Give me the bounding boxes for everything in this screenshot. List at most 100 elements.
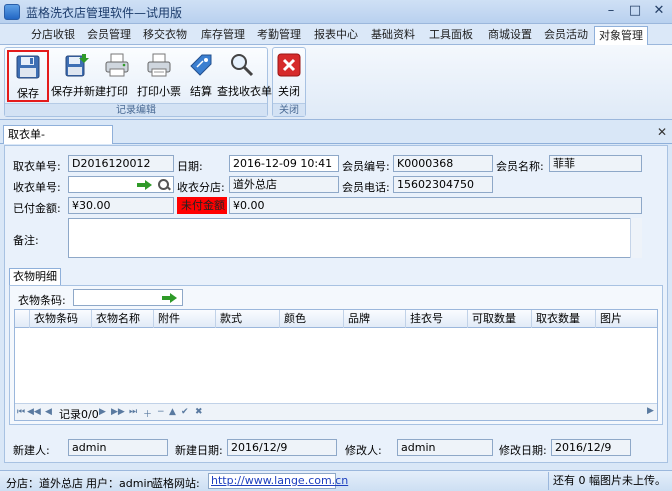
member-no-field[interactable]: K0000368 [393,155,493,172]
menu-bar: 分店收银 会员管理 移交衣物 库存管理 考勤管理 报表中心 基础资料 工具面板 … [0,24,672,45]
tab-mall-settings[interactable]: 商城设置 [482,26,538,45]
close-caption: 关闭 [273,103,305,116]
close-group: 关闭 关闭 [272,47,306,117]
creator-label: 新建人: [13,444,50,457]
col-color[interactable]: 颜色 [279,310,343,328]
find-receipt-button[interactable]: 查找收衣单 [217,50,272,102]
pickup-no-field[interactable]: D2016120012 [68,155,174,172]
receipt-printer-icon [147,53,171,77]
close-window-icon[interactable]: ✕ [648,3,670,20]
clothes-panel: 衣物条码: 衣物条码 衣物名称 附件 款式 颜色 品牌 挂衣号 可取数量 取衣数… [9,285,663,425]
confirm-record-icon[interactable]: ✔ [181,407,189,417]
next-record-icon[interactable]: ▶ [99,407,106,417]
maximize-icon[interactable]: □ [624,3,646,20]
remarks-scrollbar[interactable] [630,218,642,258]
created-label: 新建日期: [175,444,223,457]
status-bar: 分店：道外总店 用户：admin 蓝格网站: http://www.lange.… [0,470,672,491]
scroll-right-icon[interactable]: ▶ [647,406,654,416]
pickup-form: 取衣单号: D2016120012 日期: 2016-12-09 10:41 会… [4,145,668,463]
col-style[interactable]: 款式 [215,310,279,328]
remarks-label: 备注: [13,234,39,247]
document-tab-bar: 取衣单-D2016120012 ✕ [0,122,672,158]
pickup-no-label: 取衣单号: [13,160,61,173]
first-record-icon[interactable]: ⏮ [17,407,25,417]
minimize-icon[interactable]: – [600,3,622,20]
prev-page-icon[interactable]: ◀◀ [27,407,41,417]
col-name[interactable]: 衣物名称 [91,310,153,328]
modified-field[interactable]: 2016/12/9 [551,439,631,456]
col-image[interactable]: 图片 [595,310,657,328]
close-label: 关闭 [278,85,300,98]
col-brand[interactable]: 品牌 [343,310,405,328]
date-label: 日期: [177,160,203,173]
find-receipt-label: 查找收衣单 [217,85,272,98]
branch-field[interactable]: 道外总店 [229,176,339,193]
tab-attendance[interactable]: 考勤管理 [254,26,304,45]
window-title: 蓝格洗衣店管理软件—试用版 [26,6,183,20]
col-barcode[interactable]: 衣物条码 [29,310,91,328]
print-receipt-label: 打印小票 [137,85,181,98]
clothes-grid: 衣物条码 衣物名称 附件 款式 颜色 品牌 挂衣号 可取数量 取衣数量 图片 ⏮… [14,309,658,421]
phone-label: 会员电话: [342,181,390,194]
record-edit-group: 保存 保存并新建 打印 打印小票 结算 查找收衣单 记录编辑 [4,47,272,117]
status-site-label: 蓝格网站: [152,477,200,490]
edit-record-icon[interactable]: ▲ [169,407,176,417]
cancel-record-icon[interactable]: ✖ [195,407,203,417]
modifier-field[interactable]: admin [397,439,493,456]
member-name-field[interactable]: 菲菲 [549,155,642,172]
delete-record-icon[interactable]: − [157,407,165,417]
tab-member-management[interactable]: 会员管理 [84,26,134,45]
col-available-qty[interactable]: 可取数量 [467,310,531,328]
branch-label: 收衣分店: [177,181,225,194]
next-page-icon[interactable]: ▶▶ [111,407,125,417]
tab-tools[interactable]: 工具面板 [424,26,478,45]
save-button[interactable]: 保存 [7,50,49,102]
tab-transfer-clothes[interactable]: 移交衣物 [140,26,190,45]
tab-member-activity[interactable]: 会员活动 [540,26,592,45]
unpaid-field[interactable]: ¥0.00 [229,197,642,214]
remarks-textarea[interactable] [68,218,642,258]
add-record-icon[interactable]: ＋ [143,407,152,420]
floppy-disk-icon [16,55,40,79]
print-button[interactable]: 打印 [101,50,133,102]
tab-clothes-details[interactable]: 衣物明细 [9,268,61,286]
paid-field[interactable]: ¥30.00 [68,197,174,214]
tab-reports[interactable]: 报表中心 [310,26,362,45]
tab-object-management[interactable]: 对象管理 [594,26,648,45]
phone-field[interactable]: 15602304750 [393,176,493,193]
paid-label: 已付金额: [13,202,61,215]
tab-basic-data[interactable]: 基础资料 [366,26,420,45]
creator-field[interactable]: admin [68,439,168,456]
prev-record-icon[interactable]: ◀ [45,407,52,417]
tab-inventory[interactable]: 库存管理 [196,26,250,45]
record-counter: 记录0/0 [59,408,99,421]
unpaid-label: 未付金额: [177,197,227,214]
go-arrow-icon[interactable] [137,180,153,190]
col-accessory[interactable]: 附件 [153,310,215,328]
receipt-no-label: 收衣单号: [13,181,61,194]
barcode-go-arrow-icon[interactable] [162,293,178,303]
print-label: 打印 [106,85,128,98]
date-field[interactable]: 2016-12-09 10:41 [229,155,339,172]
status-branch: 分店：道外总店 [6,477,83,490]
tab-branch-cashier[interactable]: 分店收银 [28,26,78,45]
last-record-icon[interactable]: ⏭ [129,407,137,417]
grid-navigator: ⏮ ◀◀ ◀ 记录0/0 ▶ ▶▶ ⏭ ＋ − ▲ ✔ ✖ ▶ [15,403,657,421]
settle-button[interactable]: 结算 [185,50,217,102]
search-icon[interactable] [158,179,170,191]
document-tab[interactable]: 取衣单-D2016120012 [3,125,113,158]
modified-label: 修改日期: [499,444,547,457]
col-hanger[interactable]: 挂衣号 [405,310,467,328]
col-pickup-qty[interactable]: 取衣数量 [531,310,595,328]
created-field[interactable]: 2016/12/9 [227,439,337,456]
ribbon: 保存 保存并新建 打印 打印小票 结算 查找收衣单 记录编辑 关闭 关闭 [0,45,672,120]
print-receipt-button[interactable]: 打印小票 [135,50,183,102]
modifier-label: 修改人: [345,444,382,457]
settle-label: 结算 [190,85,212,98]
save-and-new-label: 保存并新建 [51,85,106,98]
close-document-icon[interactable]: ✕ [657,125,667,139]
close-button[interactable]: 关闭 [275,50,303,102]
save-and-new-button[interactable]: 保存并新建 [51,50,106,102]
site-link[interactable]: http://www.lange.com.cn [208,473,348,489]
record-edit-caption: 记录编辑 [5,103,267,116]
